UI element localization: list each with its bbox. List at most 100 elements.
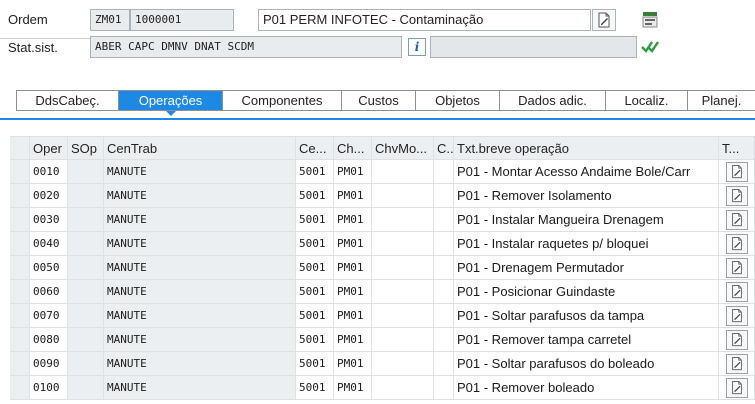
cell-chvmo[interactable] xyxy=(372,280,434,303)
long-text-button[interactable] xyxy=(725,353,748,374)
long-text-button[interactable] xyxy=(725,233,748,254)
cell-ce[interactable]: 5001 xyxy=(296,184,334,207)
cell-oper[interactable]: 0080 xyxy=(30,328,68,351)
table-row[interactable]: 0030 MANUTE 5001 PM01 P01 - Instalar Man… xyxy=(10,208,755,232)
row-selector[interactable] xyxy=(10,280,30,303)
tab-dados-adic[interactable]: Dados adic. xyxy=(500,91,606,110)
long-text-button[interactable] xyxy=(725,257,748,278)
cell-ce[interactable]: 5001 xyxy=(296,256,334,279)
cell-ce[interactable]: 5001 xyxy=(296,328,334,351)
check-button[interactable] xyxy=(638,36,662,58)
table-row[interactable]: 0090 MANUTE 5001 PM01 P01 - Soltar paraf… xyxy=(10,352,755,376)
cell-ch[interactable]: PM01 xyxy=(334,208,372,231)
info-icon[interactable]: i xyxy=(408,38,426,56)
status-detail-button[interactable] xyxy=(638,9,662,31)
col-header-t[interactable]: T... xyxy=(719,137,755,159)
row-selector[interactable] xyxy=(10,184,30,207)
cell-oper[interactable]: 0040 xyxy=(30,232,68,255)
tab-planej[interactable]: Planej. xyxy=(688,91,755,110)
order-description-input[interactable]: P01 PERM INFOTEC - Contaminação xyxy=(258,9,591,31)
long-text-button[interactable] xyxy=(592,9,616,31)
cell-oper[interactable]: 0030 xyxy=(30,208,68,231)
cell-oper[interactable]: 0100 xyxy=(30,376,68,399)
col-header-centrab[interactable]: CenTrab xyxy=(104,137,296,159)
cell-txt[interactable]: P01 - Posicionar Guindaste xyxy=(454,280,719,303)
table-row[interactable]: 0050 MANUTE 5001 PM01 P01 - Drenagem Per… xyxy=(10,256,755,280)
select-all-cell[interactable] xyxy=(10,137,30,159)
cell-c[interactable] xyxy=(434,184,454,207)
cell-ch[interactable]: PM01 xyxy=(334,256,372,279)
cell-ch[interactable]: PM01 xyxy=(334,376,372,399)
cell-chvmo[interactable] xyxy=(372,328,434,351)
cell-txt[interactable]: P01 - Remover boleado xyxy=(454,376,719,399)
cell-oper[interactable]: 0090 xyxy=(30,352,68,375)
cell-c[interactable] xyxy=(434,304,454,327)
row-selector[interactable] xyxy=(10,376,30,399)
long-text-button[interactable] xyxy=(725,281,748,302)
cell-ch[interactable]: PM01 xyxy=(334,184,372,207)
cell-txt[interactable]: P01 - Soltar parafusos do boleado xyxy=(454,352,719,375)
cell-chvmo[interactable] xyxy=(372,256,434,279)
cell-txt[interactable]: P01 - Drenagem Permutador xyxy=(454,256,719,279)
cell-chvmo[interactable] xyxy=(372,160,434,183)
row-selector[interactable] xyxy=(10,328,30,351)
cell-ce[interactable]: 5001 xyxy=(296,160,334,183)
cell-chvmo[interactable] xyxy=(372,232,434,255)
cell-txt[interactable]: P01 - Instalar raquetes p/ bloquei xyxy=(454,232,719,255)
cell-txt[interactable]: P01 - Montar Acesso Andaime Bole/Carr xyxy=(454,160,719,183)
cell-oper[interactable]: 0050 xyxy=(30,256,68,279)
table-row[interactable]: 0040 MANUTE 5001 PM01 P01 - Instalar raq… xyxy=(10,232,755,256)
col-header-c[interactable]: C... xyxy=(434,137,454,159)
row-selector[interactable] xyxy=(10,208,30,231)
cell-txt[interactable]: P01 - Instalar Mangueira Drenagem xyxy=(454,208,719,231)
cell-ce[interactable]: 5001 xyxy=(296,352,334,375)
cell-oper[interactable]: 0020 xyxy=(30,184,68,207)
cell-c[interactable] xyxy=(434,352,454,375)
cell-c[interactable] xyxy=(434,232,454,255)
table-row[interactable]: 0070 MANUTE 5001 PM01 P01 - Soltar paraf… xyxy=(10,304,755,328)
long-text-button[interactable] xyxy=(725,377,748,398)
table-row[interactable]: 0100 MANUTE 5001 PM01 P01 - Remover bole… xyxy=(10,376,755,400)
cell-oper[interactable]: 0060 xyxy=(30,280,68,303)
cell-oper[interactable]: 0010 xyxy=(30,160,68,183)
tab-objetos[interactable]: Objetos xyxy=(416,91,500,110)
tab-custos[interactable]: Custos xyxy=(342,91,416,110)
cell-chvmo[interactable] xyxy=(372,184,434,207)
cell-ch[interactable]: PM01 xyxy=(334,304,372,327)
cell-chvmo[interactable] xyxy=(372,352,434,375)
cell-c[interactable] xyxy=(434,256,454,279)
cell-ch[interactable]: PM01 xyxy=(334,328,372,351)
cell-c[interactable] xyxy=(434,208,454,231)
col-header-ce[interactable]: Ce... xyxy=(296,137,334,159)
cell-txt[interactable]: P01 - Remover tampa carretel xyxy=(454,328,719,351)
row-selector[interactable] xyxy=(10,304,30,327)
table-row[interactable]: 0060 MANUTE 5001 PM01 P01 - Posicionar G… xyxy=(10,280,755,304)
long-text-button[interactable] xyxy=(725,329,748,350)
cell-ch[interactable]: PM01 xyxy=(334,160,372,183)
cell-ce[interactable]: 5001 xyxy=(296,280,334,303)
col-header-oper[interactable]: Oper xyxy=(30,137,68,159)
col-header-ch[interactable]: Ch... xyxy=(334,137,372,159)
col-header-txt[interactable]: Txt.breve operação xyxy=(454,137,719,159)
long-text-button[interactable] xyxy=(725,209,748,230)
cell-chvmo[interactable] xyxy=(372,304,434,327)
cell-oper[interactable]: 0070 xyxy=(30,304,68,327)
row-selector[interactable] xyxy=(10,160,30,183)
row-selector[interactable] xyxy=(10,352,30,375)
cell-c[interactable] xyxy=(434,160,454,183)
cell-chvmo[interactable] xyxy=(372,208,434,231)
table-row[interactable]: 0010 MANUTE 5001 PM01 P01 - Montar Acess… xyxy=(10,160,755,184)
long-text-button[interactable] xyxy=(725,185,748,206)
tab-componentes[interactable]: Componentes xyxy=(223,91,342,110)
cell-c[interactable] xyxy=(434,328,454,351)
table-row[interactable]: 0020 MANUTE 5001 PM01 P01 - Remover Isol… xyxy=(10,184,755,208)
col-header-chvmo[interactable]: ChvMo... xyxy=(372,137,434,159)
tab-ddscabec[interactable]: DdsCabeç. xyxy=(17,91,119,110)
row-selector[interactable] xyxy=(10,256,30,279)
long-text-button[interactable] xyxy=(725,305,748,326)
cell-ce[interactable]: 5001 xyxy=(296,376,334,399)
tab-localiz[interactable]: Localiz. xyxy=(606,91,688,110)
table-row[interactable]: 0080 MANUTE 5001 PM01 P01 - Remover tamp… xyxy=(10,328,755,352)
cell-ce[interactable]: 5001 xyxy=(296,304,334,327)
row-selector[interactable] xyxy=(10,232,30,255)
